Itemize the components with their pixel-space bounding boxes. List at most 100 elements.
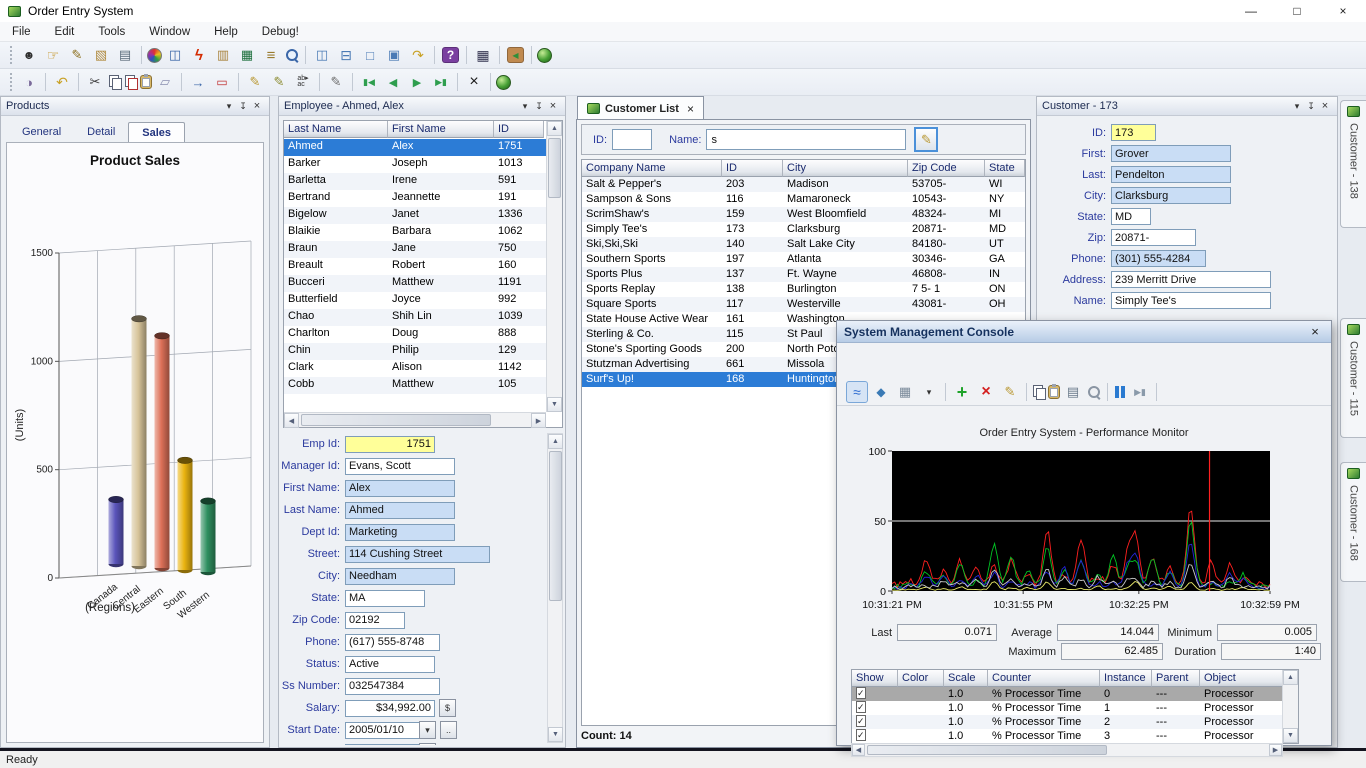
field-input[interactable]: Simply Tee's bbox=[1111, 292, 1271, 309]
customer-row[interactable]: Square Sports 117 Westerville 43081- OH bbox=[582, 297, 1025, 312]
export-image-icon[interactable]: ▦ bbox=[894, 381, 916, 403]
counter-row[interactable]: ✓ 1.0 % Processor Time 3 --- Processor bbox=[852, 729, 1282, 743]
employee-row[interactable]: Barletta Irene 591 bbox=[284, 173, 546, 190]
new-sheet-icon[interactable]: ◫ bbox=[164, 44, 186, 66]
column-header-parent[interactable]: Parent bbox=[1152, 670, 1200, 687]
field-input[interactable]: 02192 bbox=[345, 611, 405, 629]
package-select-icon[interactable]: ▧ bbox=[90, 44, 112, 66]
remove-counter-icon[interactable]: × bbox=[975, 381, 997, 403]
employee-row[interactable]: Butterfield Joyce 992 bbox=[284, 292, 546, 309]
insert-row-icon[interactable]: → bbox=[187, 71, 209, 93]
employee-form-vscrollbar[interactable]: ▲ ▼ bbox=[547, 433, 563, 743]
help-book-icon[interactable]: ? bbox=[442, 47, 459, 63]
menu-item[interactable]: Tools bbox=[86, 24, 137, 40]
edit-note-icon[interactable]: ✎ bbox=[66, 44, 88, 66]
toolbar-grip[interactable] bbox=[8, 46, 13, 64]
about-window-icon[interactable]: ▦ bbox=[472, 44, 494, 66]
scroll-up-icon[interactable]: ▲ bbox=[547, 121, 562, 136]
side-tab-customer-115[interactable]: Customer - 115 bbox=[1340, 318, 1366, 438]
field-input[interactable]: Alex bbox=[345, 479, 455, 497]
edit-counter-icon[interactable]: ✎ bbox=[999, 381, 1021, 403]
add-counter-icon[interactable]: + bbox=[951, 381, 973, 403]
field-input[interactable]: MD bbox=[1111, 208, 1151, 225]
scroll-down-icon[interactable]: ▼ bbox=[548, 727, 563, 742]
scroll-up-icon[interactable]: ▲ bbox=[1283, 670, 1298, 685]
debug-run-icon[interactable] bbox=[496, 74, 511, 90]
print-icon[interactable]: ▤ bbox=[114, 44, 136, 66]
field-input[interactable]: MA bbox=[345, 589, 425, 607]
panel-menu-icon[interactable]: ▾ bbox=[222, 101, 236, 112]
employee-row[interactable]: Charlton Doug 888 bbox=[284, 326, 546, 343]
employee-grid-hscrollbar[interactable]: ◀ ▶ bbox=[284, 412, 546, 428]
field-dropdown-icon[interactable]: ▾ bbox=[419, 743, 436, 745]
scroll-down-icon[interactable]: ▼ bbox=[1283, 728, 1298, 743]
color-wheel-icon[interactable] bbox=[147, 47, 162, 63]
employee-row[interactable]: Chin Philip 129 bbox=[284, 343, 546, 360]
toolbar-grip[interactable] bbox=[8, 73, 13, 91]
tab-sales[interactable]: Sales bbox=[128, 122, 186, 142]
column-header-color[interactable]: Color bbox=[898, 670, 944, 687]
maximize-button[interactable]: □ bbox=[1274, 0, 1320, 22]
column-header-first-name[interactable]: First Name bbox=[388, 121, 494, 138]
copy-special-icon[interactable] bbox=[124, 75, 138, 90]
column-header-city[interactable]: City bbox=[783, 160, 908, 177]
name-search-input[interactable]: s bbox=[706, 129, 907, 150]
field-input[interactable]: Active bbox=[345, 655, 435, 673]
undo-icon[interactable]: ↶ bbox=[51, 71, 73, 93]
counter-row[interactable]: ✓ 1.0 % Processor Time 2 --- Processor bbox=[852, 715, 1282, 729]
validate-icon[interactable]: ✎ bbox=[325, 71, 347, 93]
panel-pin-icon[interactable]: ↧ bbox=[236, 101, 250, 112]
step-icon[interactable]: ▶▮ bbox=[1129, 381, 1151, 403]
tab-close-icon[interactable]: × bbox=[687, 102, 694, 116]
edit-icon[interactable]: ✎ bbox=[244, 71, 266, 93]
highlight-icon[interactable] bbox=[1086, 384, 1102, 400]
next-record-icon[interactable]: ▶ bbox=[406, 71, 428, 93]
field-input[interactable]: 173 bbox=[1111, 124, 1156, 141]
customer-row[interactable]: Salt & Pepper's 203 Madison 53705- WI bbox=[582, 177, 1025, 192]
show-checkbox[interactable]: ✓ bbox=[856, 715, 866, 727]
field-input[interactable]: 114 Cushing Street bbox=[345, 545, 490, 563]
employee-row[interactable]: Bucceri Matthew 1191 bbox=[284, 275, 546, 292]
show-checkbox[interactable]: ✓ bbox=[856, 687, 866, 699]
field-input[interactable]: 239 Merritt Drive bbox=[1111, 271, 1271, 288]
field-input[interactable]: $34,992.00 bbox=[345, 699, 435, 717]
field-input[interactable]: (617) 555-8748 bbox=[345, 633, 440, 651]
tab-general[interactable]: General bbox=[9, 122, 74, 141]
last-record-icon[interactable]: ▶▮ bbox=[430, 71, 452, 93]
employee-row[interactable]: Chao Shih Lin 1039 bbox=[284, 309, 546, 326]
field-input[interactable]: Marketing bbox=[345, 523, 455, 541]
employee-row[interactable]: Bigelow Janet 1336 bbox=[284, 207, 546, 224]
id-search-input[interactable] bbox=[612, 129, 653, 150]
employee-grid-vscrollbar[interactable]: ▲ ▼ bbox=[546, 121, 562, 412]
pause-icon[interactable] bbox=[1113, 385, 1127, 399]
close-button[interactable]: × bbox=[1320, 0, 1366, 22]
console-close-icon[interactable]: × bbox=[1306, 324, 1324, 339]
scroll-right-icon[interactable]: ▶ bbox=[1269, 744, 1282, 756]
field-input[interactable]: 2005/01/10 bbox=[345, 721, 420, 739]
package-icon[interactable]: ▥ bbox=[212, 44, 234, 66]
field-input[interactable]: Grover bbox=[1111, 145, 1231, 162]
side-tab-customer-138[interactable]: Customer - 138 bbox=[1340, 100, 1366, 228]
scroll-left-icon[interactable]: ◀ bbox=[284, 413, 299, 428]
field-input[interactable]: (301) 555-4284 bbox=[1111, 250, 1206, 267]
field-input[interactable]: 20871- bbox=[1111, 229, 1196, 246]
menu-item[interactable]: Window bbox=[137, 24, 202, 40]
panel-pin-icon[interactable]: ↧ bbox=[1304, 101, 1318, 112]
menu-item[interactable]: Help bbox=[202, 24, 250, 40]
scroll-down-icon[interactable]: ▼ bbox=[547, 397, 562, 412]
menu-item[interactable]: File bbox=[0, 24, 43, 40]
export-menu-icon[interactable]: ▾ bbox=[918, 381, 940, 403]
field-input[interactable]: Evans, Scott bbox=[345, 457, 455, 475]
reset-layout-icon[interactable]: ↷ bbox=[407, 44, 429, 66]
field-input[interactable]: 1751 bbox=[345, 435, 435, 453]
menu-item[interactable]: Debug! bbox=[250, 24, 311, 40]
menu-item[interactable]: Edit bbox=[43, 24, 87, 40]
employee-row[interactable]: Breault Robert 160 bbox=[284, 258, 546, 275]
tile-horizontal-icon[interactable]: ⊟ bbox=[335, 44, 357, 66]
console-titlebar[interactable]: System Management Console × bbox=[837, 321, 1331, 343]
customer-row[interactable]: Simply Tee's 173 Clarksburg 20871- MD bbox=[582, 222, 1025, 237]
counter-table-vscrollbar[interactable]: ▲ ▼ bbox=[1282, 670, 1298, 743]
column-header-counter[interactable]: Counter bbox=[988, 670, 1100, 687]
field-dropdown-icon[interactable]: ▾ bbox=[419, 721, 436, 739]
search-button[interactable]: ✎ bbox=[914, 127, 939, 152]
